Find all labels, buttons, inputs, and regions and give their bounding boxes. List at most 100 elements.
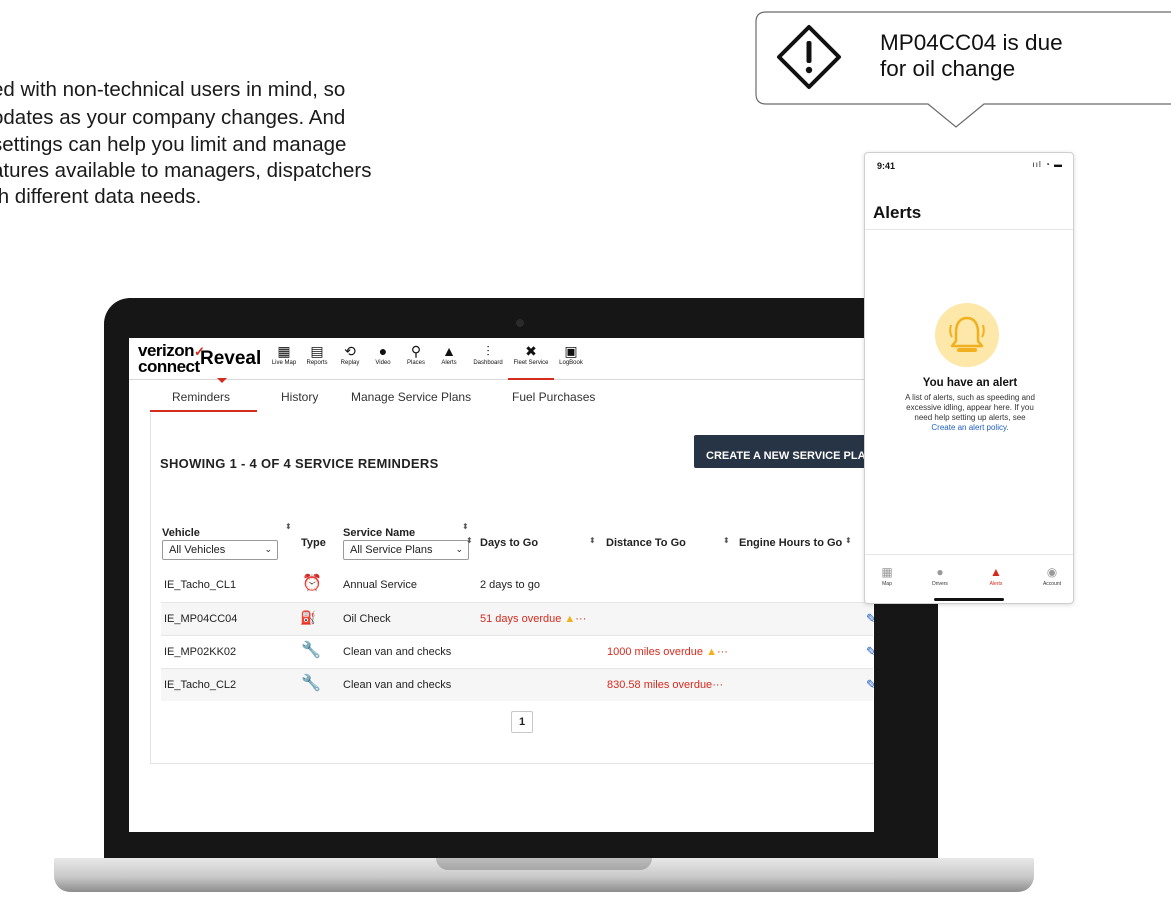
subtab-fuel-purchases[interactable]: Fuel Purchases (512, 390, 595, 404)
table-row[interactable]: IE_MP02KK02 🔧 Clean van and checks 1000 … (161, 635, 874, 668)
sort-icon[interactable]: ⬍ (845, 536, 852, 545)
vehicle-filter-select[interactable]: All Vehicles ⌄ (162, 540, 278, 560)
wrench-p-icon: 🔧 (301, 675, 321, 692)
phone-tab-map[interactable]: ▦ Map (867, 565, 907, 587)
content-border (150, 763, 874, 764)
clock-icon: ⏰ (302, 575, 322, 592)
sort-icon[interactable]: ⬍ (723, 536, 730, 545)
verizon-connect-logo: verizon✓ connect (138, 342, 205, 376)
cell-vehicle: IE_Tacho_CL2 (164, 679, 237, 691)
distance-overdue-text: 830.58 miles overdue (607, 679, 713, 691)
divider (865, 229, 1073, 230)
distance-overdue-text: 1000 miles overdue (607, 646, 704, 658)
subtab-manage-service-plans[interactable]: Manage Service Plans (351, 390, 471, 404)
tab-label: Drivers (932, 581, 948, 587)
edit-pencil-icon[interactable]: ✎ (866, 644, 874, 660)
phone-mockup: 9:41 ııl ◔ ▬ Alerts You have an alert A … (864, 152, 1074, 604)
days-overdue-text: 51 days overdue (480, 613, 562, 625)
cell-distance: 1000 miles overdue ▲··· (607, 646, 728, 658)
wrench-p-icon: 🔧 (301, 642, 321, 659)
empty-state-title: You have an alert (922, 377, 1018, 389)
pagination-page[interactable]: 1 (511, 711, 533, 733)
table-row[interactable]: IE_Tacho_CL2 🔧 Clean van and checks 830.… (161, 668, 874, 701)
account-icon: ◉ (1046, 565, 1058, 579)
desc-line: need help setting up alerts, see (914, 413, 1026, 422)
active-subtab-marker (217, 378, 227, 383)
cell-service: Annual Service (343, 579, 417, 591)
table-row[interactable]: IE_MP04CC04 ⛽ Oil Check 51 days overdue … (161, 602, 874, 635)
col-type[interactable]: Type (301, 537, 326, 549)
phone-tab-account[interactable]: ◉ Account (1032, 565, 1072, 587)
col-days-to-go[interactable]: Days to Go (480, 537, 538, 549)
oil-can-icon: ⛽ (300, 610, 317, 625)
empty-state-description: A list of alerts, such as speeding and e… (875, 393, 1065, 423)
phone-tab-drivers[interactable]: ● Drivers (920, 565, 960, 587)
bell-icon (935, 303, 999, 367)
alert-icon: ▲ (990, 565, 1002, 579)
edit-pencil-icon[interactable]: ✎ (866, 677, 874, 693)
cell-vehicle: IE_MP04CC04 (164, 613, 238, 625)
sort-icon[interactable]: ⬍ (589, 536, 596, 545)
intro-line: atures available to managers, dispatcher… (0, 159, 372, 182)
signal-battery-icon: ııl ◔ ▬ (1032, 160, 1063, 169)
content-border (150, 413, 151, 763)
tab-label: Alerts (989, 581, 1003, 587)
callout-line: for oil change (880, 56, 1016, 81)
col-distance-to-go[interactable]: Distance To Go (606, 537, 686, 549)
sort-icon[interactable]: ⬍ (462, 522, 469, 531)
nav-label: LogBook (559, 360, 583, 366)
status-time: 9:41 (877, 161, 896, 171)
col-vehicle[interactable]: Vehicle (162, 527, 200, 539)
warning-icon: ▲ (564, 613, 576, 625)
cell-days: 51 days overdue ▲··· (480, 613, 587, 625)
table-row[interactable]: IE_Tacho_CL1 ⏰ Annual Service 2 days to … (161, 569, 873, 602)
warning-icon: ▲ (706, 646, 717, 658)
product-name: Reveal (200, 348, 262, 369)
desc-line: excessive idling, appear here. If you (906, 403, 1034, 412)
subtab-reminders[interactable]: Reminders (172, 390, 230, 404)
edit-pencil-icon[interactable]: ✎ (866, 611, 874, 627)
phone-tab-bar: ▦ Map ● Drivers ▲ Alerts ◉ Account (865, 554, 1073, 603)
top-nav: verizon✓ connect Reveal ▦ Live Map ▤ Rep… (129, 338, 874, 380)
cell-service: Clean van and checks (343, 646, 452, 658)
tab-label: Account (1042, 581, 1062, 587)
vehicle-filter-value: All Vehicles (169, 544, 226, 556)
results-count: SHOWING 1 - 4 OF 4 SERVICE REMINDERS (160, 456, 439, 471)
callout-message: MP04CC04 is due for oil change (880, 30, 1063, 82)
create-service-plan-button[interactable]: CREATE A NEW SERVICE PLA (694, 435, 874, 468)
logbook-icon: ▣ (564, 343, 578, 359)
sort-icon[interactable]: ⬍ (466, 536, 473, 545)
service-plan-filter-select[interactable]: All Service Plans ⌄ (343, 540, 469, 560)
service-plan-filter-value: All Service Plans (350, 544, 433, 556)
phone-page-title: Alerts (873, 203, 922, 222)
chevron-down-icon: ⌄ (455, 544, 463, 554)
brand-line: connect (138, 357, 200, 376)
create-alert-policy-link[interactable]: Create an alert policy. (865, 423, 1073, 432)
subtab-underline (150, 410, 257, 412)
cell-service: Clean van and checks (343, 679, 452, 691)
alert-callout: MP04CC04 is due for oil change (0, 0, 1171, 160)
intro-line: th different data needs. (0, 185, 202, 208)
laptop-camera (516, 319, 524, 327)
home-indicator (934, 598, 1004, 601)
person-icon: ● (936, 565, 944, 579)
phone-tab-alerts[interactable]: ▲ Alerts (976, 565, 1016, 587)
cell-days: 2 days to go (480, 579, 540, 591)
chevron-down-icon: ⌄ (264, 544, 272, 554)
cell-vehicle: IE_MP02KK02 (164, 646, 237, 658)
nav-logbook[interactable]: ▣ LogBook (546, 342, 596, 366)
col-engine-hours[interactable]: Engine Hours to Go (739, 537, 842, 549)
cell-distance: 830.58 miles overdue··· (607, 679, 724, 691)
cell-vehicle: IE_Tacho_CL1 (164, 579, 237, 591)
cell-service: Oil Check (343, 613, 391, 625)
warning-diamond-icon (776, 24, 842, 90)
laptop-notch (436, 858, 652, 870)
map-icon: ▦ (881, 565, 893, 579)
app-screen: verizon✓ connect Reveal ▦ Live Map ▤ Rep… (129, 338, 874, 832)
sort-icon[interactable]: ⬍ (285, 522, 292, 531)
tab-label: Map (882, 581, 892, 587)
col-service-name[interactable]: Service Name (343, 527, 415, 539)
subtab-history[interactable]: History (281, 390, 318, 404)
callout-line: MP04CC04 is due (880, 30, 1063, 55)
desc-line: A list of alerts, such as speeding and (905, 393, 1035, 402)
